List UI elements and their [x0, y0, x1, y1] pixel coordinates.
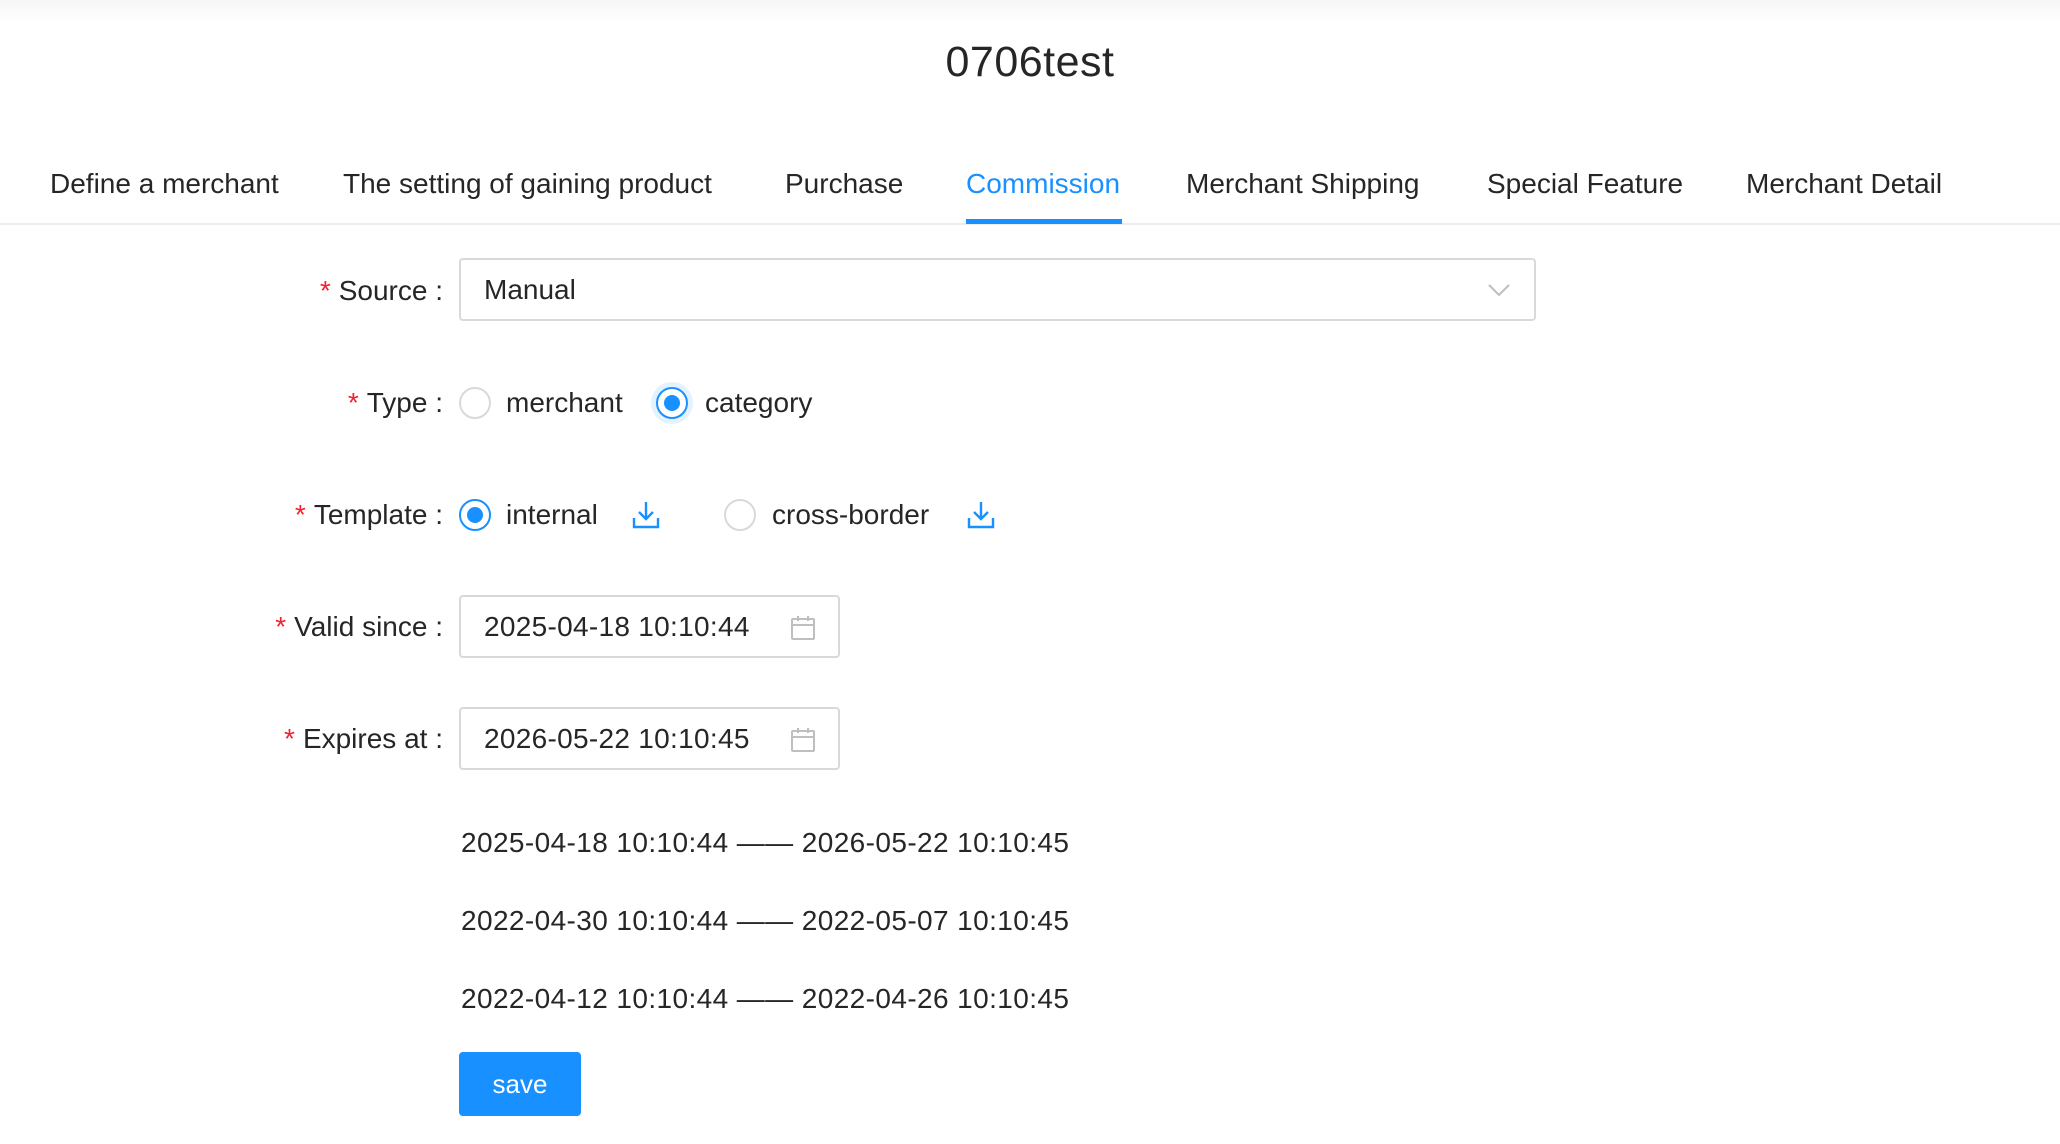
valid-since-label: * Valid since : — [275, 611, 443, 642]
tab-special-feature[interactable]: Special Feature — [1487, 162, 1683, 225]
date-range-item: 2022-04-30 10:10:44 —— 2022-05-07 10:10:… — [461, 905, 1070, 936]
download-icon[interactable] — [631, 500, 661, 530]
template-cross-border-label[interactable]: cross-border — [772, 495, 929, 535]
type-merchant-label[interactable]: merchant — [506, 383, 623, 423]
calendar-icon — [791, 728, 815, 752]
required-mark: * — [319, 275, 331, 306]
page-header: 0706test — [0, 0, 2060, 130]
required-mark: * — [347, 387, 359, 418]
template-internal-radio[interactable] — [459, 499, 491, 531]
tab-purchase[interactable]: Purchase — [785, 162, 903, 225]
chevron-down-icon — [1488, 284, 1510, 297]
source-label: * Source : — [319, 275, 443, 306]
tab-merchant-detail[interactable]: Merchant Detail — [1746, 162, 1942, 225]
tab-commission[interactable]: Commission — [966, 162, 1120, 225]
calendar-icon — [791, 616, 815, 640]
valid-since-value: 2025-04-18 10:10:44 — [484, 611, 750, 642]
tab-define-merchant[interactable]: Define a merchant — [50, 162, 279, 225]
type-label: * Type : — [347, 387, 443, 418]
expires-at-date-picker[interactable]: 2026-05-22 10:10:45 — [459, 707, 840, 770]
tab-gaining-product[interactable]: The setting of gaining product — [343, 162, 712, 225]
date-range-item: 2025-04-18 10:10:44 —— 2026-05-22 10:10:… — [461, 827, 1070, 858]
date-range-item: 2022-04-12 10:10:44 —— 2022-04-26 10:10:… — [461, 983, 1070, 1014]
valid-since-date-picker[interactable]: 2025-04-18 10:10:44 — [459, 595, 840, 658]
template-label: * Template : — [294, 499, 443, 530]
required-mark: * — [294, 499, 306, 530]
expires-at-label: * Expires at : — [284, 723, 443, 754]
active-tab-indicator — [966, 219, 1122, 224]
tab-bar: Define a merchant The setting of gaining… — [0, 130, 2060, 225]
required-mark: * — [284, 723, 295, 754]
expires-at-value: 2026-05-22 10:10:45 — [484, 723, 750, 754]
template-internal-label[interactable]: internal — [506, 495, 598, 535]
tab-merchant-shipping[interactable]: Merchant Shipping — [1186, 162, 1419, 225]
type-category-radio[interactable] — [656, 387, 688, 419]
save-button[interactable]: save — [459, 1052, 581, 1116]
type-merchant-radio[interactable] — [459, 387, 491, 419]
download-icon[interactable] — [966, 500, 996, 530]
required-mark: * — [275, 611, 287, 642]
template-cross-border-radio[interactable] — [724, 499, 756, 531]
source-select[interactable]: Manual — [459, 258, 1536, 321]
source-select-value: Manual — [484, 274, 576, 305]
type-category-label[interactable]: category — [705, 383, 812, 423]
page-title: 0706test — [945, 38, 1115, 86]
